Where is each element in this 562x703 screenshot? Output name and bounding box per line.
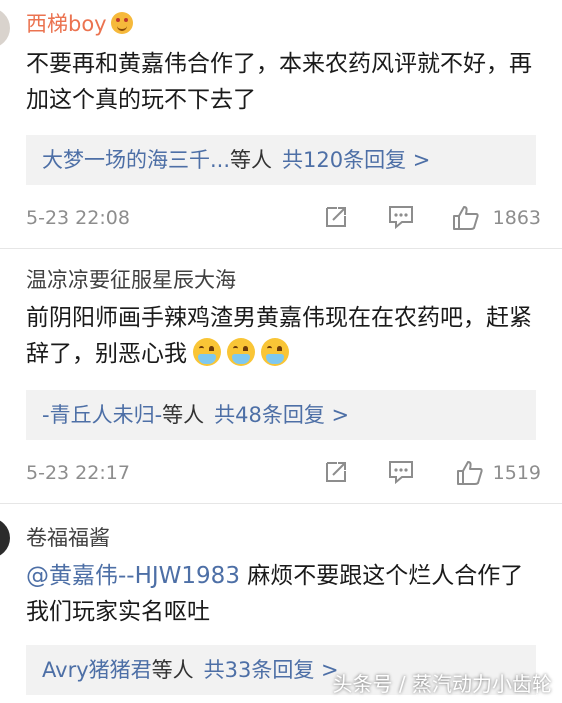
username[interactable]: 温凉凉要征服星辰大海 [26, 264, 236, 294]
avatar[interactable] [0, 518, 10, 558]
divider [0, 503, 562, 504]
vomit-emoji-icon [261, 338, 289, 366]
reply-count: 共33条回复 > [203, 658, 339, 682]
reply-summary[interactable]: 大梦一场的海三千...等人 共120条回复 > [26, 135, 536, 185]
share-icon[interactable] [324, 460, 348, 484]
like-icon[interactable] [452, 205, 480, 231]
reply-names: 大梦一场的海三千... [42, 148, 231, 172]
username[interactable]: 西梯boy [26, 8, 133, 38]
avatar[interactable] [0, 8, 10, 48]
comment-text: 前阴阳师画手辣鸡渣男黄嘉伟现在在农药吧，赶紧辞了，别恶心我 [26, 305, 532, 367]
comment-meta: 5-23 22:08 1863 [26, 203, 541, 233]
divider [0, 248, 562, 249]
share-icon[interactable] [324, 205, 348, 229]
reply-count: 共120条回复 > [282, 148, 431, 172]
reply-names: Avry猪猪君 [42, 658, 152, 682]
like-count: 1863 [492, 207, 541, 229]
comment-icon[interactable] [388, 460, 414, 484]
username[interactable]: 卷福福酱 [26, 522, 110, 552]
reply-summary[interactable]: -青丘人未归-等人 共48条回复 > [26, 390, 536, 440]
reply-names: -青丘人未归- [42, 403, 163, 427]
comment-icon[interactable] [388, 205, 414, 229]
timestamp: 5-23 22:17 [26, 462, 130, 484]
like-count: 1519 [492, 462, 541, 484]
timestamp: 5-23 22:08 [26, 207, 130, 229]
comment-text: 不要再和黄嘉伟合作了，本来农药风评就不好，再加这个真的玩不下去了 [26, 51, 532, 113]
reply-count: 共48条回复 > [214, 403, 350, 427]
mention-link[interactable]: @黄嘉伟--HJW1983 [26, 563, 240, 589]
like-icon[interactable] [456, 460, 484, 486]
vip-badge-icon [110, 12, 133, 34]
comment-meta: 5-23 22:17 1519 [26, 458, 541, 488]
watermark: 头条号 / 蒸汽动力小齿轮 [332, 672, 552, 696]
vomit-emoji-icon [227, 338, 255, 366]
vomit-emoji-icon [193, 338, 221, 366]
comment-text: @黄嘉伟--HJW1983 麻烦不要跟这个烂人合作了 我们玩家实名呕吐 [26, 563, 524, 625]
